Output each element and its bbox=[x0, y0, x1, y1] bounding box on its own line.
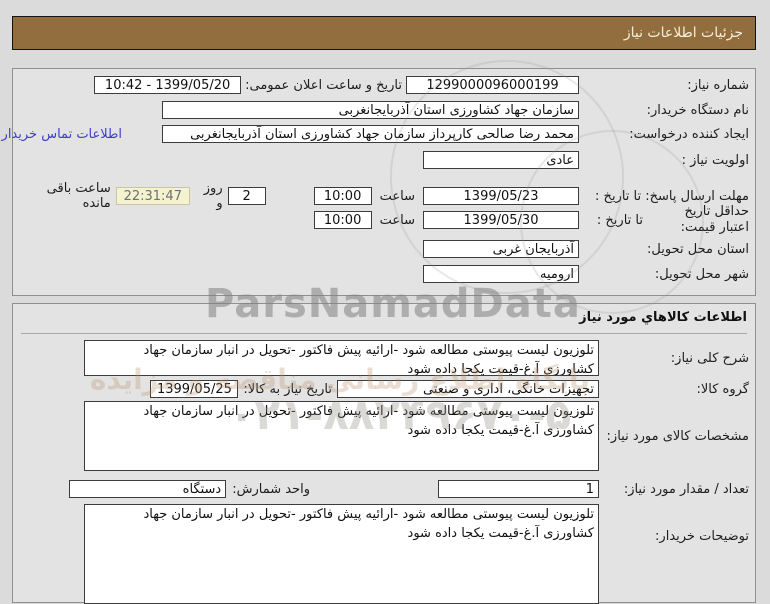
price-validity-time-field[interactable]: 10:00 bbox=[313, 211, 372, 229]
priority-label: اولویت نیاز : bbox=[681, 152, 749, 168]
goods-group-row: گروه کالا: تجهیزات خانگی، اداری و صنعتی … bbox=[13, 380, 755, 398]
quantity-label: تعداد / مقدار مورد نیاز: bbox=[623, 481, 749, 497]
need-date-field[interactable]: 1399/05/25 bbox=[150, 380, 239, 398]
buyer-org-label: نام دستگاه خریدار: bbox=[646, 102, 749, 118]
unit-label: واحد شمارش: bbox=[232, 481, 310, 497]
buyer-notes-row: توضیحات خریدار: تلوزیون لیست پیوستی مطال… bbox=[13, 504, 755, 604]
goods-group-field[interactable]: تجهیزات خانگی، اداری و صنعتی bbox=[337, 380, 599, 398]
announce-datetime-field[interactable]: 10:42 - 1399/05/20 bbox=[94, 76, 242, 94]
price-validity-label: حداقل تاریخ اعتبار قیمت: bbox=[680, 203, 749, 235]
goods-info-panel: اطلاعات کالاهاي مورد نیاز شرح کلی نیاز: … bbox=[12, 303, 756, 604]
specs-label: مشخصات کالای مورد نیاز: bbox=[606, 428, 749, 444]
general-desc-field[interactable]: تلوزیون لیست پیوستی مطالعه شود -ارائیه پ… bbox=[84, 340, 599, 376]
goods-group-label: گروه کالا: bbox=[696, 381, 749, 397]
general-desc-row: شرح کلی نیاز: تلوزیون لیست پیوستی مطالعه… bbox=[13, 340, 755, 376]
delivery-province-row: استان محل تحویل: آذربایجان غربی bbox=[13, 240, 755, 258]
general-desc-label: شرح کلی نیاز: bbox=[670, 350, 749, 366]
price-validity-date-field[interactable]: 1399/05/30 bbox=[423, 211, 579, 229]
need-info-panel: شماره نیاز: 1299000096000199 تاریخ و ساع… bbox=[2, 68, 756, 296]
buyer-contact-link[interactable]: اطلاعات تماس خریدار bbox=[2, 127, 122, 142]
buyer-org-field[interactable]: سازمان جهاد کشاورزی استان آذربایجانغربی bbox=[162, 101, 579, 119]
unit-field[interactable]: دستگاه bbox=[69, 480, 227, 498]
need-date-label: تاریخ نیاز به کالا: bbox=[243, 381, 332, 397]
request-creator-label: ایجاد کننده درخواست: bbox=[629, 126, 749, 142]
page-title: جزئیات اطلاعات نیاز bbox=[623, 25, 743, 41]
section-divider bbox=[21, 333, 747, 334]
countdown-timer: 22:31:47 bbox=[115, 187, 190, 205]
price-validity-row: حداقل تاریخ اعتبار قیمت: تا تاریخ : 1399… bbox=[13, 204, 755, 237]
buyer-org-row: نام دستگاه خریدار: سازمان جهاد کشاورزی ا… bbox=[13, 101, 755, 119]
buyer-notes-field[interactable]: تلوزیون لیست پیوستی مطالعه شود -ارائیه پ… bbox=[84, 504, 599, 604]
reply-hour-label: ساعت bbox=[379, 188, 415, 204]
page-title-bar: جزئیات اطلاعات نیاز bbox=[12, 16, 756, 50]
specs-row: مشخصات کالای مورد نیاز: تلوزیون لیست پیو… bbox=[13, 400, 755, 472]
need-number-field[interactable]: 1299000096000199 bbox=[406, 76, 579, 94]
price-validity-hour-label: ساعت bbox=[379, 212, 415, 228]
quantity-row: تعداد / مقدار مورد نیاز: 1 واحد شمارش: د… bbox=[13, 480, 755, 498]
days-remaining-field[interactable]: 2 bbox=[227, 187, 266, 205]
delivery-city-label: شهر محل تحویل: bbox=[654, 266, 749, 282]
quantity-field[interactable]: 1 bbox=[438, 480, 599, 498]
need-details-page: { "header": { "title": "جزئیات اطلاعات ن… bbox=[0, 0, 770, 604]
delivery-province-field[interactable]: آذربایجان غربی bbox=[423, 240, 579, 258]
delivery-city-field[interactable]: ارومیه bbox=[423, 265, 579, 283]
priority-row: اولویت نیاز : عادی bbox=[13, 151, 755, 169]
price-validity-label-cell: حداقل تاریخ اعتبار قیمت: تا تاریخ : bbox=[579, 204, 749, 237]
delivery-province-label: استان محل تحویل: bbox=[647, 241, 749, 257]
reply-deadline-label: مهلت ارسال پاسخ: تا تاریخ : bbox=[595, 188, 749, 204]
priority-field[interactable]: عادی bbox=[423, 151, 579, 169]
specs-field[interactable]: تلوزیون لیست پیوستی مطالعه شود -ارائیه پ… bbox=[84, 401, 599, 471]
goods-section-title: اطلاعات کالاهاي مورد نیاز bbox=[579, 310, 747, 325]
request-creator-row: ایجاد کننده درخواست: محمد رضا صالحی کارپ… bbox=[2, 125, 755, 143]
need-number-label: شماره نیاز: bbox=[687, 77, 749, 93]
until-date-label: تا تاریخ : bbox=[596, 212, 643, 228]
buyer-notes-label: توضیحات خریدار: bbox=[655, 528, 749, 544]
delivery-city-row: شهر محل تحویل: ارومیه bbox=[13, 265, 755, 283]
reply-time-field[interactable]: 10:00 bbox=[313, 187, 372, 205]
reply-deadline-date-field[interactable]: 1399/05/23 bbox=[423, 187, 579, 205]
request-creator-field[interactable]: محمد رضا صالحی کارپرداز سازمان جهاد کشاو… bbox=[162, 125, 579, 143]
need-number-row: شماره نیاز: 1299000096000199 تاریخ و ساع… bbox=[13, 76, 755, 94]
announce-datetime-label: تاریخ و ساعت اعلان عمومی: bbox=[245, 77, 402, 93]
